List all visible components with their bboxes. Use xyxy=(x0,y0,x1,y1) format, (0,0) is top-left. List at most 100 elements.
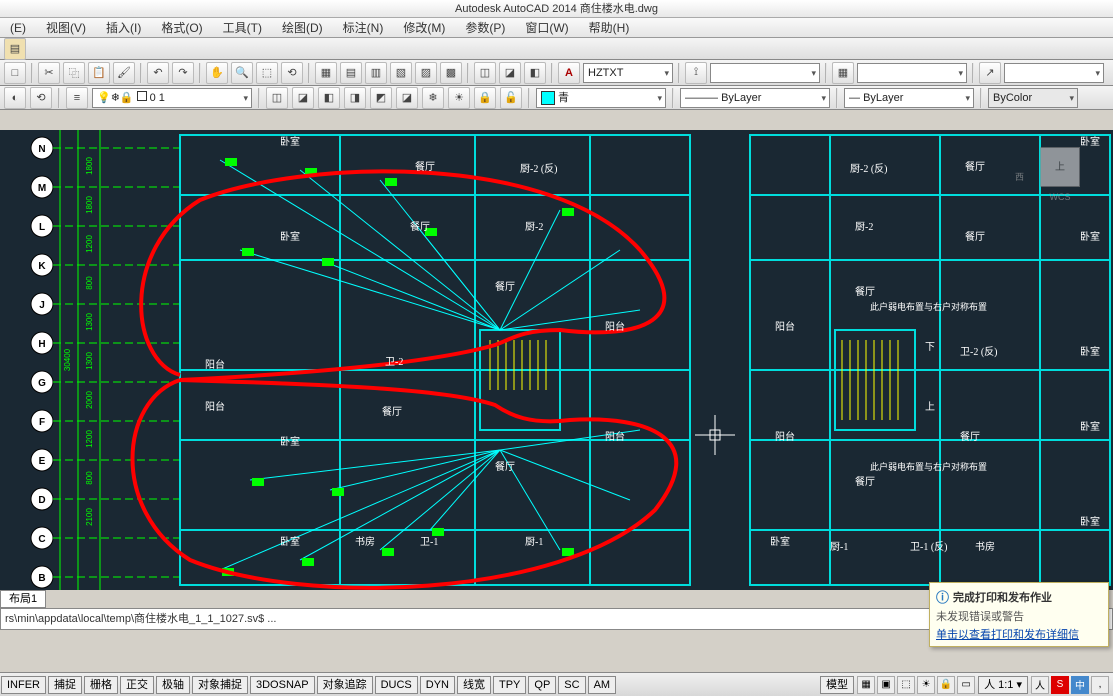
layeriso-icon[interactable]: ◐ xyxy=(4,87,26,109)
layerthw-icon[interactable]: ☀ xyxy=(448,87,470,109)
status-annoscale[interactable]: 人 1:1 ▾ xyxy=(978,676,1028,694)
menu-format[interactable]: 格式(O) xyxy=(151,18,212,37)
redo-icon[interactable]: ↷ xyxy=(172,62,194,84)
menu-insert[interactable]: 插入(I) xyxy=(96,18,151,37)
status-infer[interactable]: INFER xyxy=(1,676,46,694)
grid-bubbles: NMLKJHGFEDCB xyxy=(31,137,180,588)
text-a-icon[interactable]: A xyxy=(558,62,580,84)
undo-icon[interactable]: ↶ xyxy=(147,62,169,84)
status-anno-icon[interactable]: 人 xyxy=(1031,676,1049,694)
xref-icon[interactable]: ◪ xyxy=(499,62,521,84)
layer-dropdown[interactable]: 💡❄🔒0 1 xyxy=(92,88,252,108)
dsm-icon[interactable]: ▤ xyxy=(340,62,362,84)
pan-icon[interactable]: ✋ xyxy=(206,62,228,84)
layerwalk-icon[interactable]: ◪ xyxy=(292,87,314,109)
notify-link[interactable]: 单击以查看打印和发布详细信 xyxy=(936,626,1102,642)
zoom-window-icon[interactable]: ⬚ xyxy=(256,62,278,84)
status-tpy[interactable]: TPY xyxy=(493,676,526,694)
textstyle-dropdown[interactable]: HZTXT xyxy=(583,63,673,83)
status-ws-icon[interactable]: ⬚ xyxy=(897,676,915,694)
paste-icon[interactable]: 📋 xyxy=(88,62,110,84)
color-dropdown[interactable]: 青 xyxy=(536,88,666,108)
status-grid-icon[interactable]: ▦ xyxy=(857,676,875,694)
layermatch-icon[interactable]: ◧ xyxy=(318,87,340,109)
status-lock-icon[interactable]: 🔒 xyxy=(937,676,955,694)
status-对象捕捉[interactable]: 对象捕捉 xyxy=(192,676,248,694)
block-icon[interactable]: ◫ xyxy=(474,62,496,84)
menu-window[interactable]: 窗口(W) xyxy=(515,18,578,37)
markup-icon[interactable]: ▨ xyxy=(415,62,437,84)
tablestyle-dropdown[interactable] xyxy=(857,63,967,83)
layerlock-icon[interactable]: 🔒 xyxy=(474,87,496,109)
lineweight-dropdown[interactable]: — ByLayer xyxy=(844,88,974,108)
props-icon[interactable]: ▦ xyxy=(315,62,337,84)
qcalc-icon[interactable]: ▩ xyxy=(440,62,462,84)
layerstate-icon[interactable]: ◫ xyxy=(266,87,288,109)
layeron-icon[interactable]: ◪ xyxy=(396,87,418,109)
zoom-prev-icon[interactable]: ⟲ xyxy=(281,62,303,84)
viewcube[interactable]: 西 上 WCS xyxy=(1025,142,1095,212)
plotstyle-dropdown[interactable]: ByColor xyxy=(988,88,1078,108)
status-ime-s-icon[interactable]: S xyxy=(1051,676,1069,694)
menu-param[interactable]: 参数(P) xyxy=(455,18,515,37)
status-sc[interactable]: SC xyxy=(558,676,585,694)
copy-icon[interactable]: ⿻ xyxy=(63,62,85,84)
svg-text:卧室: 卧室 xyxy=(280,135,300,148)
tablestyle-icon[interactable]: ▦ xyxy=(832,62,854,84)
render-icon[interactable]: ◧ xyxy=(524,62,546,84)
dimstyle-icon[interactable]: ⟟ xyxy=(685,62,707,84)
menu-modify[interactable]: 修改(M) xyxy=(393,18,455,37)
layercur-icon[interactable]: ◨ xyxy=(344,87,366,109)
linetype-dropdown[interactable]: ——— ByLayer xyxy=(680,88,830,108)
status-极轴[interactable]: 极轴 xyxy=(156,676,190,694)
status-3dosnap[interactable]: 3DOSNAP xyxy=(250,676,315,694)
status-snap-icon[interactable]: ▣ xyxy=(877,676,895,694)
status-对象追踪[interactable]: 对象追踪 xyxy=(317,676,373,694)
app-menu-icon[interactable]: ▤ xyxy=(4,38,26,60)
menu-draw[interactable]: 绘图(D) xyxy=(272,18,333,37)
layout-tab-1[interactable]: 布局1 xyxy=(0,591,46,608)
new-icon[interactable]: □ xyxy=(4,62,26,84)
toolpal-icon[interactable]: ▥ xyxy=(365,62,387,84)
svg-text:卧室: 卧室 xyxy=(770,535,790,548)
status-qp[interactable]: QP xyxy=(528,676,556,694)
drawing-canvas[interactable]: NMLKJHGFEDCB 180018001200800130013002000… xyxy=(0,130,1113,590)
status-sun-icon[interactable]: ☀ xyxy=(917,676,935,694)
status-ducs[interactable]: DUCS xyxy=(375,676,418,694)
status-am[interactable]: AM xyxy=(588,676,617,694)
svg-text:餐厅: 餐厅 xyxy=(960,430,980,443)
layeroff-icon[interactable]: ◩ xyxy=(370,87,392,109)
menu-view[interactable]: 视图(V) xyxy=(36,18,96,37)
svg-text:餐厅: 餐厅 xyxy=(495,280,515,293)
status-正交[interactable]: 正交 xyxy=(120,676,154,694)
cut-icon[interactable]: ✂ xyxy=(38,62,60,84)
layerfrz-icon[interactable]: ❄ xyxy=(422,87,444,109)
status-ime-zh-icon[interactable]: 中 xyxy=(1071,676,1089,694)
menu-edit[interactable]: (E) xyxy=(0,18,36,37)
zoom-icon[interactable]: 🔍 xyxy=(231,62,253,84)
status-model[interactable]: 模型 xyxy=(820,676,854,694)
plot-notify-balloon[interactable]: 完成打印和发布作业 未发现错误或警告 单击以查看打印和发布详细信 xyxy=(929,582,1109,647)
svg-text:1800: 1800 xyxy=(85,157,94,175)
layermgr-icon[interactable]: ≡ xyxy=(66,87,88,109)
dimstyle-dropdown[interactable] xyxy=(710,63,820,83)
svg-text:800: 800 xyxy=(85,471,94,485)
matchprop-icon[interactable]: 🖌 xyxy=(113,62,135,84)
menu-dimension[interactable]: 标注(N) xyxy=(333,18,394,37)
menu-tools[interactable]: 工具(T) xyxy=(213,18,272,37)
svg-text:书房: 书房 xyxy=(975,540,995,553)
mleader-icon[interactable]: ↗ xyxy=(979,62,1001,84)
status-捕捉[interactable]: 捕捉 xyxy=(48,676,82,694)
status-dyn[interactable]: DYN xyxy=(420,676,455,694)
status-ime-punct-icon[interactable]: , xyxy=(1091,676,1109,694)
status-object-icon[interactable]: ▭ xyxy=(957,676,975,694)
status-线宽[interactable]: 线宽 xyxy=(457,676,491,694)
layerunlock-icon[interactable]: 🔓 xyxy=(500,87,522,109)
menu-help[interactable]: 帮助(H) xyxy=(579,18,640,37)
status-栅格[interactable]: 栅格 xyxy=(84,676,118,694)
mleader-dropdown[interactable] xyxy=(1004,63,1104,83)
layer-prev-icon[interactable]: ⟲ xyxy=(30,87,52,109)
ssm-icon[interactable]: ▧ xyxy=(390,62,412,84)
notify-body: 未发现错误或警告 xyxy=(936,608,1102,624)
viewcube-face[interactable]: 上 xyxy=(1040,147,1080,187)
